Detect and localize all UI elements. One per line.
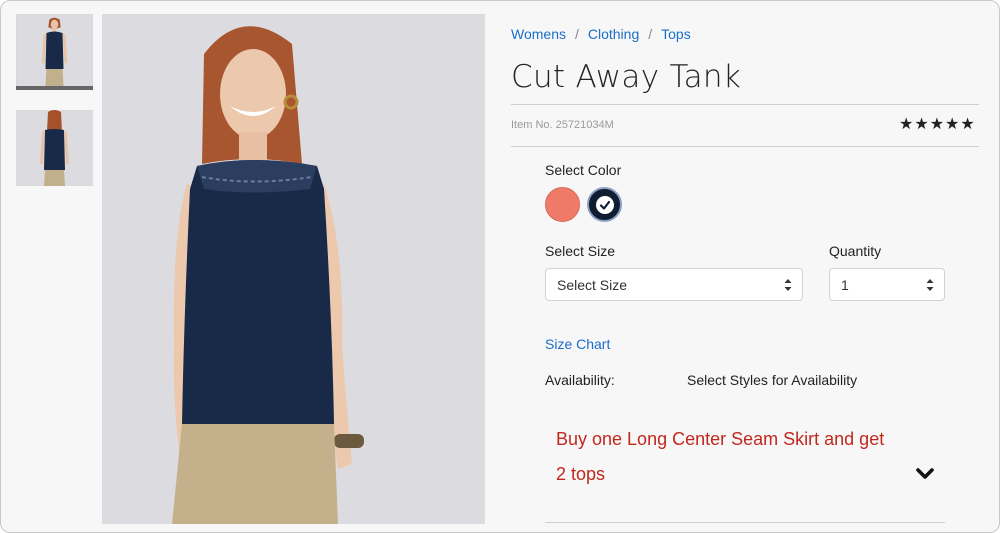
size-select-value: Select Size	[557, 277, 628, 293]
rating-stars[interactable]: ★★★★★	[899, 114, 976, 134]
thumbnail-front-image	[18, 14, 91, 86]
chevron-down-icon[interactable]	[915, 467, 935, 481]
model-wearing-tank-image	[102, 14, 485, 524]
divider	[511, 146, 979, 147]
thumbnail-back-image	[16, 110, 93, 186]
thumbnail-back[interactable]	[16, 110, 93, 186]
quantity-select-value: 1	[841, 277, 849, 293]
promo-text: Buy one Long Center Seam Skirt and get 2…	[556, 429, 885, 484]
select-size-label: Select Size	[545, 243, 616, 259]
select-color-label: Select Color	[545, 162, 622, 178]
divider	[511, 104, 979, 105]
check-icon	[595, 195, 614, 214]
select-arrows-icon	[926, 278, 934, 292]
quantity-label: Quantity	[829, 243, 882, 259]
quantity-select[interactable]: 1	[829, 268, 945, 301]
availability-label: Availability:	[545, 372, 615, 388]
breadcrumb-womens[interactable]: Womens	[511, 26, 566, 42]
size-select[interactable]: Select Size	[545, 268, 803, 301]
availability-value: Select Styles for Availability	[687, 372, 858, 388]
size-chart-link[interactable]: Size Chart	[545, 336, 610, 352]
divider	[545, 522, 945, 523]
breadcrumb-tops[interactable]: Tops	[661, 26, 691, 42]
breadcrumb-separator: /	[574, 26, 579, 42]
color-swatch-navy[interactable]	[587, 187, 622, 222]
product-main-image[interactable]	[102, 14, 485, 524]
select-arrows-icon	[784, 278, 792, 292]
color-swatch-coral[interactable]	[545, 187, 580, 222]
product-title: Cut Away Tank	[511, 59, 742, 95]
thumbnail-front[interactable]	[16, 14, 93, 90]
breadcrumb-clothing[interactable]: Clothing	[588, 26, 639, 42]
breadcrumb: Womens / Clothing / Tops	[511, 26, 691, 42]
product-page: Womens / Clothing / Tops Cut Away Tank I…	[0, 0, 1000, 533]
item-number: Item No. 25721034M	[511, 119, 614, 131]
breadcrumb-separator: /	[648, 26, 653, 42]
